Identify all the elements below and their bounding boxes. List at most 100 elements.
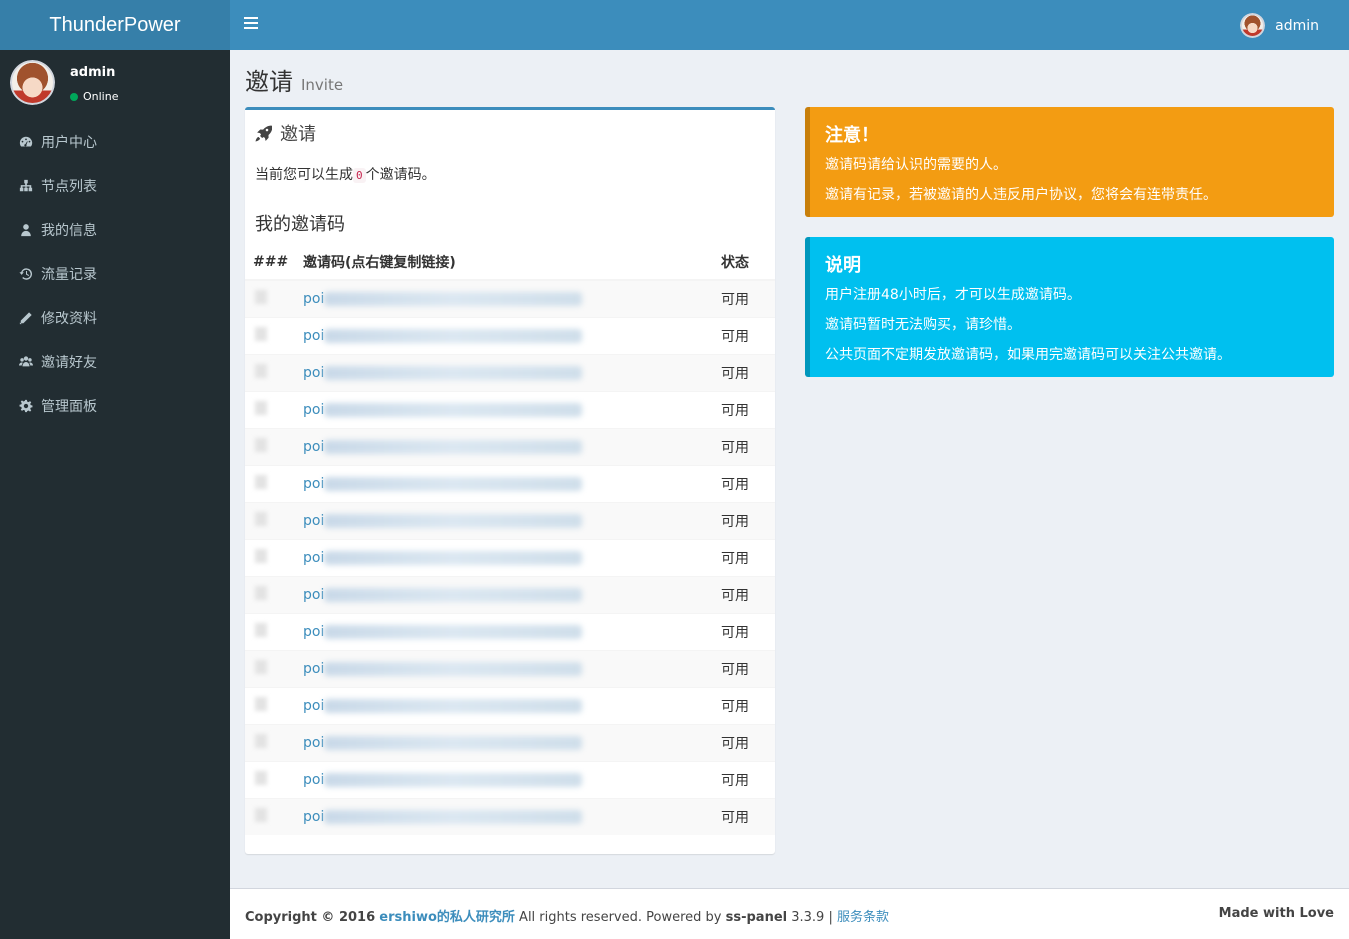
redacted-id — [255, 733, 267, 748]
sidebar-item-invite-friends[interactable]: 邀请好友 — [0, 340, 230, 384]
invite-code-prefix: poi — [303, 660, 325, 677]
gear-icon — [18, 398, 34, 414]
redacted-code — [324, 735, 583, 750]
rocket-icon — [255, 125, 272, 141]
terms-link[interactable]: 服务条款 — [837, 910, 889, 925]
invite-code-prefix: poi — [303, 327, 325, 344]
invite-code-prefix: poi — [303, 475, 325, 492]
sidebar-item-label: 邀请好友 — [41, 355, 97, 371]
invite-code-prefix: poi — [303, 512, 325, 529]
avatar — [1240, 13, 1266, 38]
invite-code-link[interactable]: poi — [303, 698, 583, 714]
redacted-code — [324, 809, 583, 824]
sidebar-item-label: 管理面板 — [41, 399, 97, 415]
row-id-cell — [245, 279, 303, 317]
site-link[interactable]: ershiwo的私人研究所 — [379, 910, 515, 925]
table-row: poi 可用 — [245, 427, 775, 465]
invite-code-link[interactable]: poi — [303, 327, 583, 344]
redacted-code — [324, 550, 583, 565]
row-status-cell: 可用 — [721, 723, 775, 761]
invite-code-link[interactable]: poi — [303, 809, 583, 825]
invite-code-prefix: poi — [303, 586, 325, 603]
col-header-status: 状态 — [721, 244, 775, 281]
row-status-cell: 可用 — [721, 797, 775, 835]
invite-code-prefix: poi — [303, 771, 325, 788]
sidebar-item-edit-profile[interactable]: 修改资料 — [0, 296, 230, 340]
redacted-code — [324, 513, 583, 528]
info-line: 公共页面不定期发放邀请码，如果用完邀请码可以关注公共邀请。 — [825, 347, 1231, 363]
row-id-cell — [245, 538, 303, 576]
invite-code-link[interactable]: poi — [303, 402, 583, 418]
sidebar: admin Online 用户中心 节点列表 我的信息 流量记录 修改资料 邀请… — [0, 50, 230, 939]
sitemap-icon — [18, 178, 34, 194]
invite-code-link[interactable]: poi — [303, 439, 583, 455]
footer: Copyright © 2016 ershiwo的私人研究所 All right… — [230, 888, 1349, 939]
redacted-id — [255, 400, 267, 415]
invite-code-link[interactable]: poi — [303, 660, 583, 677]
redacted-id — [255, 807, 267, 822]
row-id-cell — [245, 612, 303, 650]
sidebar-item-label: 修改资料 — [41, 311, 97, 327]
table-header-row: ### 邀请码(点右键复制链接) 状态 — [245, 244, 775, 281]
sidebar-item-label: 我的信息 — [41, 223, 97, 239]
user-panel: admin Online — [0, 50, 230, 120]
row-code-cell: poi — [303, 760, 721, 798]
sidebar-toggle-icon[interactable] — [244, 17, 258, 31]
invite-code-prefix: poi — [303, 364, 325, 381]
page-title: 邀请 — [245, 68, 293, 96]
redacted-code — [324, 624, 583, 639]
invite-code-link[interactable]: poi — [303, 586, 583, 603]
available-count-text: 当前您可以生成 0 个邀请码。 — [255, 164, 436, 184]
sidebar-item-label: 流量记录 — [41, 267, 97, 283]
row-status-cell: 可用 — [721, 649, 775, 687]
row-id-cell — [245, 686, 303, 724]
online-dot-icon — [70, 92, 78, 101]
sidebar-item-my-info[interactable]: 我的信息 — [0, 208, 230, 252]
sidebar-item-traffic-log[interactable]: 流量记录 — [0, 252, 230, 296]
row-id-cell — [245, 390, 303, 428]
online-status: Online — [70, 90, 118, 103]
status-text: Online — [83, 90, 119, 103]
invite-code-link[interactable]: poi — [303, 291, 583, 307]
row-code-cell: poi — [303, 501, 721, 539]
sidebar-item-admin-panel[interactable]: 管理面板 — [0, 384, 230, 428]
table-row: poi 可用 — [245, 723, 775, 761]
dashboard-icon — [18, 134, 34, 150]
history-icon — [18, 266, 34, 282]
invite-box-title-text: 邀请 — [280, 124, 316, 145]
pencil-icon — [18, 310, 34, 326]
table-row: poi 可用 — [245, 612, 775, 650]
table-row: poi 可用 — [245, 686, 775, 724]
redacted-code — [324, 365, 583, 380]
redacted-code — [324, 439, 583, 454]
sidebar-item-nodes[interactable]: 节点列表 — [0, 164, 230, 208]
row-code-cell: poi — [303, 686, 721, 724]
notice-callout: 注意！ 邀请码请给认识的需要的人。 邀请有记录，若被邀请的人违反用户协议，您将会… — [805, 107, 1334, 217]
redacted-id — [255, 585, 267, 600]
header-username: admin — [1275, 17, 1319, 34]
row-id-cell — [245, 723, 303, 761]
row-code-cell: poi — [303, 353, 721, 391]
row-code-cell: poi — [303, 538, 721, 576]
invite-code-link[interactable]: poi — [303, 735, 583, 751]
invite-code-link[interactable]: poi — [303, 550, 583, 566]
row-id-cell — [245, 760, 303, 798]
redacted-code — [324, 698, 583, 713]
redacted-code — [324, 328, 583, 343]
user-menu[interactable]: admin — [1240, 13, 1319, 38]
invite-code-link[interactable]: poi — [303, 624, 583, 640]
users-icon — [18, 354, 34, 370]
redacted-id — [255, 511, 267, 526]
table-row: poi 可用 — [245, 353, 775, 391]
table-row: poi 可用 — [245, 279, 775, 317]
invite-code-link[interactable]: poi — [303, 512, 583, 529]
app-logo[interactable]: ThunderPower — [0, 0, 230, 50]
footer-copyright: Copyright © 2016 ershiwo的私人研究所 All right… — [245, 906, 889, 925]
invite-code-link[interactable]: poi — [303, 475, 583, 492]
invite-code-link[interactable]: poi — [303, 364, 583, 381]
redacted-id — [255, 474, 267, 489]
row-status-cell: 可用 — [721, 686, 775, 724]
sidebar-item-user-center[interactable]: 用户中心 — [0, 120, 230, 164]
invite-code-link[interactable]: poi — [303, 771, 583, 788]
info-callout: 说明 用户注册48小时后，才可以生成邀请码。 邀请码暂时无法购买，请珍惜。 公共… — [805, 237, 1334, 377]
